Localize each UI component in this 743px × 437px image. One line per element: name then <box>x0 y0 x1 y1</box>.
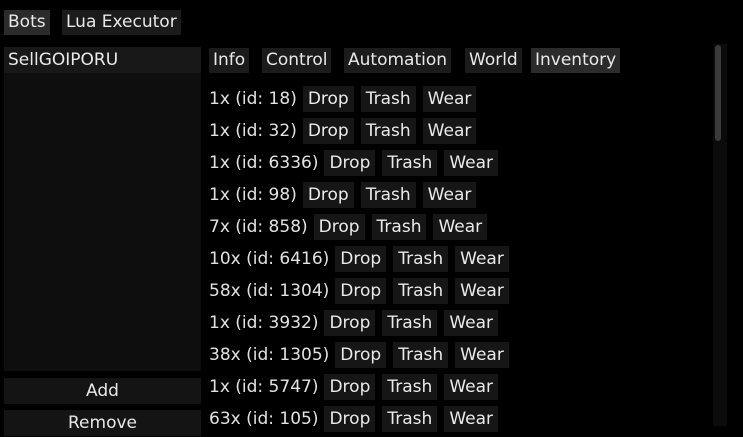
wear-button[interactable]: Wear <box>444 406 498 432</box>
tab-bots[interactable]: Bots <box>4 10 50 35</box>
add-bot-button[interactable]: Add <box>4 378 201 404</box>
tab-info[interactable]: Info <box>209 48 250 73</box>
inventory-scrollbar[interactable] <box>713 44 727 426</box>
wear-button[interactable]: Wear <box>444 310 498 336</box>
bot-list: SellGOIPORU <box>4 47 201 371</box>
item-quantity: 1x (id: 98) <box>209 185 297 205</box>
item-quantity: 1x (id: 18) <box>209 89 297 109</box>
drop-button[interactable]: Drop <box>324 406 376 432</box>
drop-button[interactable]: Drop <box>335 278 387 304</box>
tab-control[interactable]: Control <box>262 48 332 73</box>
trash-button[interactable]: Trash <box>382 406 438 432</box>
drop-button[interactable]: Drop <box>324 374 376 400</box>
drop-button[interactable]: Drop <box>335 246 387 272</box>
tab-lua-executor[interactable]: Lua Executor <box>62 10 181 35</box>
item-quantity: 63x (id: 105) <box>209 409 319 429</box>
item-quantity: 58x (id: 1304) <box>209 281 330 301</box>
inventory-row: 1x (id: 98) Drop Trash Wear <box>209 182 483 208</box>
drop-button[interactable]: Drop <box>302 86 354 112</box>
trash-button[interactable]: Trash <box>360 86 416 112</box>
remove-bot-button[interactable]: Remove <box>4 410 201 436</box>
drop-button[interactable]: Drop <box>302 118 354 144</box>
inventory-row: 1x (id: 3932) Drop Trash Wear <box>209 310 505 336</box>
wear-button[interactable]: Wear <box>444 374 498 400</box>
trash-button[interactable]: Trash <box>371 214 427 240</box>
trash-button[interactable]: Trash <box>393 246 449 272</box>
trash-button[interactable]: Trash <box>393 342 449 368</box>
drop-button[interactable]: Drop <box>324 310 376 336</box>
item-quantity: 38x (id: 1305) <box>209 345 330 365</box>
inventory-row: 7x (id: 858) Drop Trash Wear <box>209 214 494 240</box>
item-quantity: 1x (id: 32) <box>209 121 297 141</box>
item-quantity: 7x (id: 858) <box>209 217 308 237</box>
trash-button[interactable]: Trash <box>382 374 438 400</box>
trash-button[interactable]: Trash <box>382 310 438 336</box>
drop-button[interactable]: Drop <box>302 182 354 208</box>
wear-button[interactable]: Wear <box>422 86 477 112</box>
inventory-row: 63x (id: 105) Drop Trash Wear <box>209 406 505 432</box>
trash-button[interactable]: Trash <box>360 182 416 208</box>
wear-button[interactable]: Wear <box>422 118 477 144</box>
inventory-row: 38x (id: 1305) Drop Trash Wear <box>209 342 516 368</box>
drop-button[interactable]: Drop <box>324 150 376 176</box>
tab-world[interactable]: World <box>465 48 522 73</box>
trash-button[interactable]: Trash <box>382 150 438 176</box>
bot-list-item[interactable]: SellGOIPORU <box>4 47 201 73</box>
wear-button[interactable]: Wear <box>433 214 488 240</box>
trash-button[interactable]: Trash <box>393 278 449 304</box>
wear-button[interactable]: Wear <box>455 246 509 272</box>
scrollbar-thumb[interactable] <box>715 45 721 141</box>
wear-button[interactable]: Wear <box>455 278 509 304</box>
tab-inventory[interactable]: Inventory <box>531 48 621 73</box>
wear-button[interactable]: Wear <box>455 342 509 368</box>
inventory-row: 1x (id: 18) Drop Trash Wear <box>209 86 483 112</box>
trash-button[interactable]: Trash <box>360 118 416 144</box>
item-quantity: 1x (id: 5747) <box>209 377 319 397</box>
inventory-row: 1x (id: 5747) Drop Trash Wear <box>209 374 505 400</box>
item-quantity: 1x (id: 6336) <box>209 153 319 173</box>
wear-button[interactable]: Wear <box>444 150 498 176</box>
inventory-row: 58x (id: 1304) Drop Trash Wear <box>209 278 516 304</box>
tab-automation[interactable]: Automation <box>344 48 452 73</box>
drop-button[interactable]: Drop <box>335 342 387 368</box>
inventory-row: 10x (id: 6416) Drop Trash Wear <box>209 246 516 272</box>
item-quantity: 1x (id: 3932) <box>209 313 319 333</box>
drop-button[interactable]: Drop <box>313 214 365 240</box>
wear-button[interactable]: Wear <box>422 182 477 208</box>
item-quantity: 10x (id: 6416) <box>209 249 330 269</box>
inventory-row: 1x (id: 32) Drop Trash Wear <box>209 118 483 144</box>
inventory-row: 1x (id: 6336) Drop Trash Wear <box>209 150 505 176</box>
